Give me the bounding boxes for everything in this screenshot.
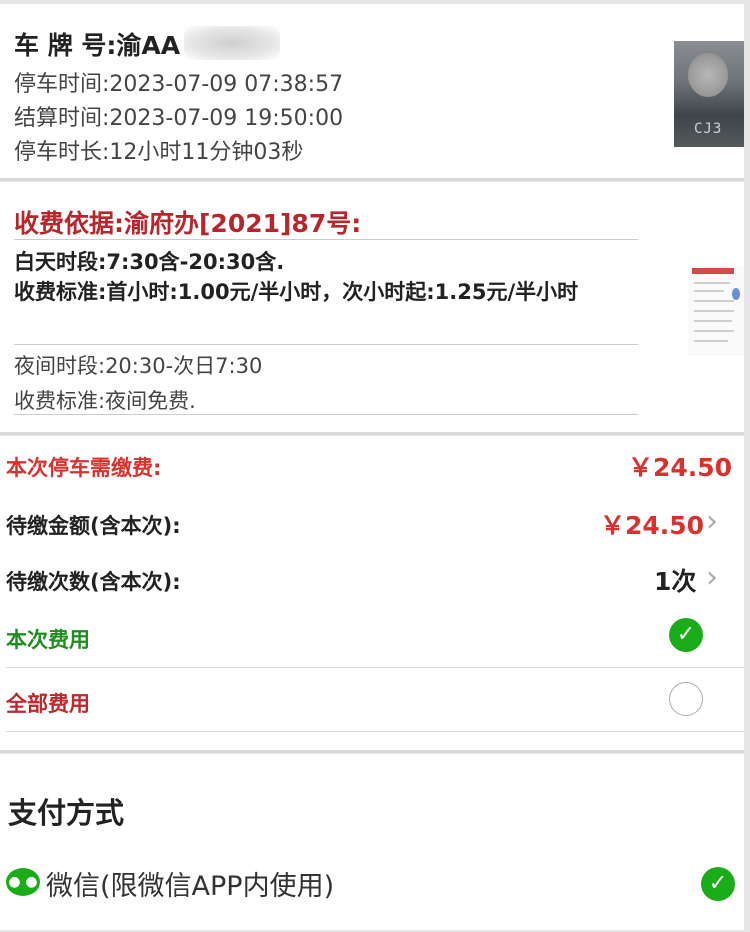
pending-amount-label: 待缴金额(含本次): [6,514,181,538]
day-standard: 收费标准:首小时:1.00元/半小时，次小时起:1.25元/半小时 [14,280,579,304]
fee-card: 本次停车需缴费: ￥24.50 待缴金额(含本次): ￥24.50 › 待缴次数… [0,436,744,753]
doc-line [694,282,730,284]
current-fee-label: 本次停车需缴费: [6,456,162,480]
pending-count-value: 1次 [654,567,697,596]
option-all-fee[interactable]: 全部费用 [6,680,734,720]
pending-amount-value: ￥24.50 [600,511,705,540]
divider [6,667,744,668]
day-period: 白天时段:7:30含-20:30含. [14,250,285,274]
current-fee-value: ￥24.50 [628,453,733,482]
park-time: 停车时间:2023-07-09 07:38:57 [14,72,344,97]
divider [14,239,638,240]
pending-count-label: 待缴次数(含本次): [6,570,181,594]
photo-blur [688,53,728,97]
current-fee-row: 本次停车需缴费: ￥24.50 [6,444,734,484]
doc-line [694,310,734,312]
doc-line [694,320,732,322]
plate-redaction [184,26,281,60]
divider [14,414,638,415]
wechat-icon: ● ● [6,868,40,896]
doc-line [694,340,728,342]
pending-amount-row[interactable]: 待缴金额(含本次): ￥24.50 › [6,502,734,542]
payment-method-title: 支付方式 [8,796,125,830]
checkmark-circle-icon[interactable]: ✓ [669,618,703,652]
charging-basis-card: 收费依据:渝府办[2021]87号: 白天时段:7:30含-20:30含. 收费… [0,182,744,435]
night-period: 夜间时段:20:30-次日7:30 [14,354,263,378]
regulation-document-thumbnail[interactable] [688,266,744,356]
divider [14,344,638,345]
divider [6,731,744,732]
doc-line [694,330,734,332]
plate-value: 渝AA [116,31,181,60]
wechat-pay-label[interactable]: 微信(限微信APP内使用) [46,864,334,903]
plate-number: 车 牌 号:渝AA [14,26,281,62]
chevron-right-icon[interactable]: › [706,560,718,595]
payment-method-card: 支付方式 ● ● 微信(限微信APP内使用) ✓ [0,754,744,930]
doc-line [694,300,734,302]
park-duration: 停车时长:12小时11分钟03秒 [14,140,304,165]
checkmark-circle-icon[interactable]: ✓ [701,867,735,901]
photo-ground-marking: CJ3 [694,121,723,137]
vehicle-info-card: 车 牌 号:渝AA 停车时间:2023-07-09 07:38:57 结算时间:… [0,4,744,181]
charging-basis-title: 收费依据:渝府办[2021]87号: [14,209,362,238]
settle-time: 结算时间:2023-07-09 19:50:00 [14,106,344,131]
pending-count-row[interactable]: 待缴次数(含本次): 1次 › [6,558,734,598]
option-this-fee[interactable]: 本次费用 ✓ [6,616,734,656]
doc-header [692,268,734,274]
doc-seal [732,288,740,300]
doc-line [694,290,724,292]
vehicle-photo-thumbnail[interactable]: CJ3 [674,41,744,147]
option-this-fee-label: 本次费用 [6,628,90,652]
plate-label: 车 牌 号: [14,31,117,60]
night-standard: 收费标准:夜间免费. [14,389,196,413]
option-all-fee-label: 全部费用 [6,692,90,716]
radio-empty-icon[interactable] [669,682,703,716]
chevron-right-icon[interactable]: › [706,504,718,539]
